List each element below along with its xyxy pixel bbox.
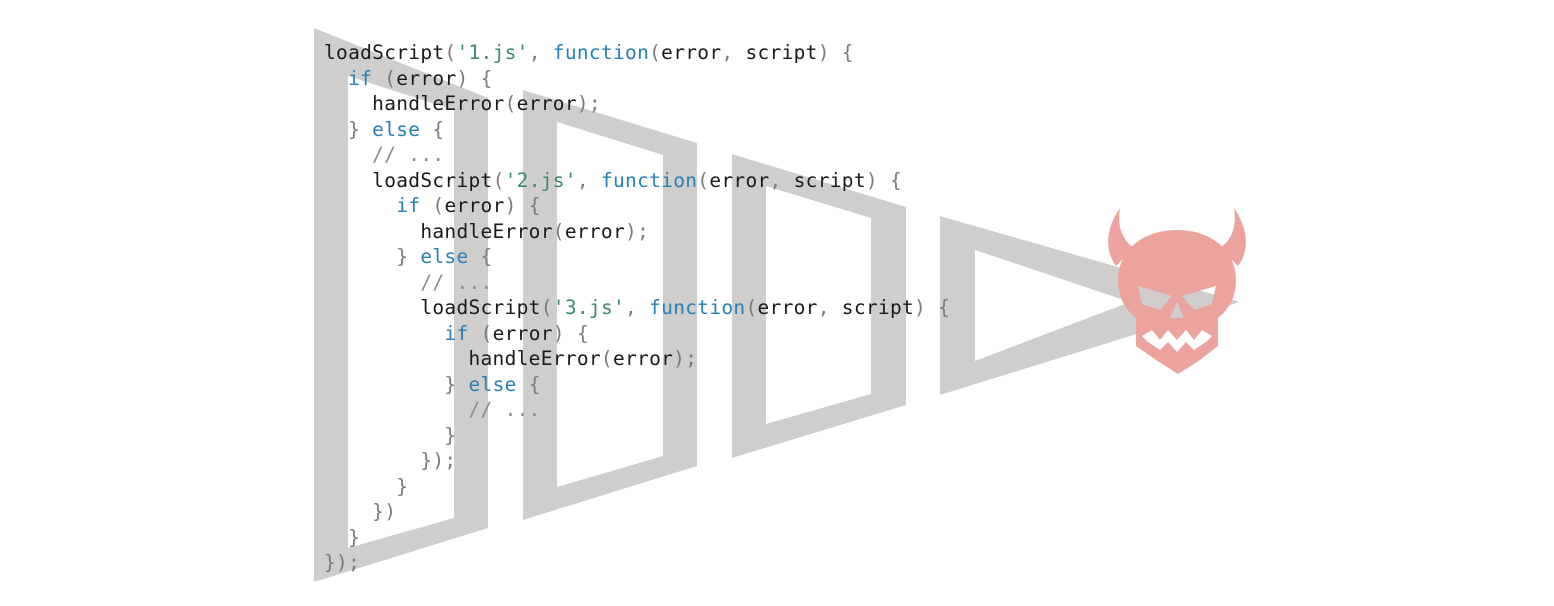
code-line: } else {	[324, 117, 950, 143]
code-token-punct: {	[420, 117, 445, 141]
code-line: }	[324, 525, 950, 551]
code-line: })	[324, 499, 950, 525]
code-token-plain: error	[564, 219, 626, 243]
code-token-punct: (	[745, 296, 758, 319]
code-token-punct: (	[468, 321, 493, 345]
code-token-keyword: function	[600, 168, 698, 192]
code-line: });	[324, 550, 950, 576]
code-token-punct: );	[625, 219, 650, 243]
code-line: }	[324, 474, 950, 500]
code-token-plain: loadScript	[324, 41, 445, 64]
code-line: handleError(error);	[324, 219, 950, 245]
code-token-plain: error	[612, 347, 674, 370]
code-token-plain: handleError	[324, 347, 601, 370]
code-line: handleError(error);	[324, 91, 950, 117]
code-token-plain: loadScript	[324, 168, 493, 192]
code-token-plain: error	[516, 92, 577, 115]
code-token-plain: error	[492, 321, 553, 345]
code-line: } else {	[324, 372, 950, 398]
code-token-plain: error	[709, 168, 770, 192]
code-token-punct: ,	[721, 41, 746, 64]
code-token-punct: ) {	[456, 66, 493, 90]
code-token-punct: }	[324, 525, 361, 549]
code-token-punct: (	[552, 219, 565, 243]
code-token-punct: ) {	[817, 41, 854, 64]
code-token-comment: // ...	[324, 270, 493, 294]
code-token-punct: ) {	[865, 168, 902, 192]
code-token-punct: ,	[576, 168, 601, 192]
code-token-punct: });	[324, 551, 361, 574]
code-token-plain: error	[661, 41, 722, 64]
code-line: if (error) {	[324, 66, 950, 92]
code-token-keyword: if	[396, 194, 421, 217]
code-line: if (error) {	[324, 193, 950, 219]
code-token-comment: // ...	[324, 398, 541, 421]
code-token-punct: });	[324, 449, 457, 472]
code-token-punct: (	[697, 168, 710, 192]
code-token-punct: (	[600, 347, 613, 370]
code-token-punct: }	[324, 245, 421, 268]
code-token-string: '1.js'	[456, 41, 529, 64]
code-token-keyword: else	[372, 117, 421, 141]
code-token-punct: (	[492, 168, 505, 192]
code-token-punct: );	[673, 347, 698, 370]
code-line: // ...	[324, 397, 950, 423]
code-token-keyword: function	[649, 296, 746, 319]
code-token-punct: ,	[625, 296, 650, 319]
code-token-string: '3.js'	[552, 296, 626, 319]
code-token-keyword: if	[348, 66, 373, 90]
nested-callback-code: loadScript('1.js', function(error, scrip…	[324, 40, 950, 576]
code-token-punct: ,	[528, 41, 553, 64]
code-token-plain: loadScript	[324, 296, 541, 319]
code-token-punct: }	[324, 474, 409, 498]
code-token-punct: {	[516, 372, 541, 396]
code-line: } else {	[324, 244, 950, 270]
code-token-punct: ) {	[504, 194, 541, 217]
code-token-punct: ) {	[552, 321, 589, 345]
code-line: loadScript('1.js', function(error, scrip…	[324, 40, 950, 66]
code-line: });	[324, 448, 950, 474]
code-token-punct: (	[372, 66, 397, 90]
code-token-string: '2.js'	[504, 168, 577, 192]
code-line: loadScript('3.js', function(error, scrip…	[324, 295, 950, 321]
code-token-punct: {	[468, 245, 493, 268]
code-token-punct: (	[540, 296, 553, 319]
code-line: // ...	[324, 270, 950, 296]
code-token-plain: script	[841, 296, 915, 319]
code-line: // ...	[324, 142, 950, 168]
code-token-plain: script	[793, 168, 866, 192]
code-token-punct: );	[576, 92, 601, 115]
code-token-plain: script	[745, 41, 818, 64]
code-token-keyword: else	[468, 372, 517, 396]
code-token-punct: ,	[769, 168, 794, 192]
code-token-punct: (	[504, 92, 517, 115]
code-token-plain: handleError	[324, 92, 505, 115]
devil-skull-icon	[1108, 208, 1246, 374]
code-token-punct: }	[324, 423, 457, 447]
code-line: if (error) {	[324, 321, 950, 347]
code-token-punct: ,	[817, 296, 842, 319]
code-token-punct: ) {	[914, 296, 951, 319]
code-token-punct: })	[324, 500, 397, 523]
code-line: }	[324, 423, 950, 449]
code-token-comment: // ...	[324, 143, 445, 166]
code-token-punct: }	[324, 117, 373, 141]
code-token-keyword: else	[420, 245, 469, 268]
code-token-plain: error	[757, 296, 818, 319]
code-token-keyword: function	[552, 41, 650, 64]
code-token-plain: handleError	[324, 219, 553, 243]
code-token-punct: (	[420, 194, 445, 217]
code-token-keyword: if	[444, 321, 469, 345]
code-token-plain: error	[396, 66, 457, 90]
code-token-plain: error	[444, 194, 505, 217]
code-line: handleError(error);	[324, 346, 950, 372]
code-token-punct: (	[649, 41, 662, 64]
code-token-punct: }	[324, 372, 469, 396]
skull-head	[1118, 230, 1236, 374]
code-line: loadScript('2.js', function(error, scrip…	[324, 168, 950, 194]
code-token-punct: (	[444, 41, 457, 64]
